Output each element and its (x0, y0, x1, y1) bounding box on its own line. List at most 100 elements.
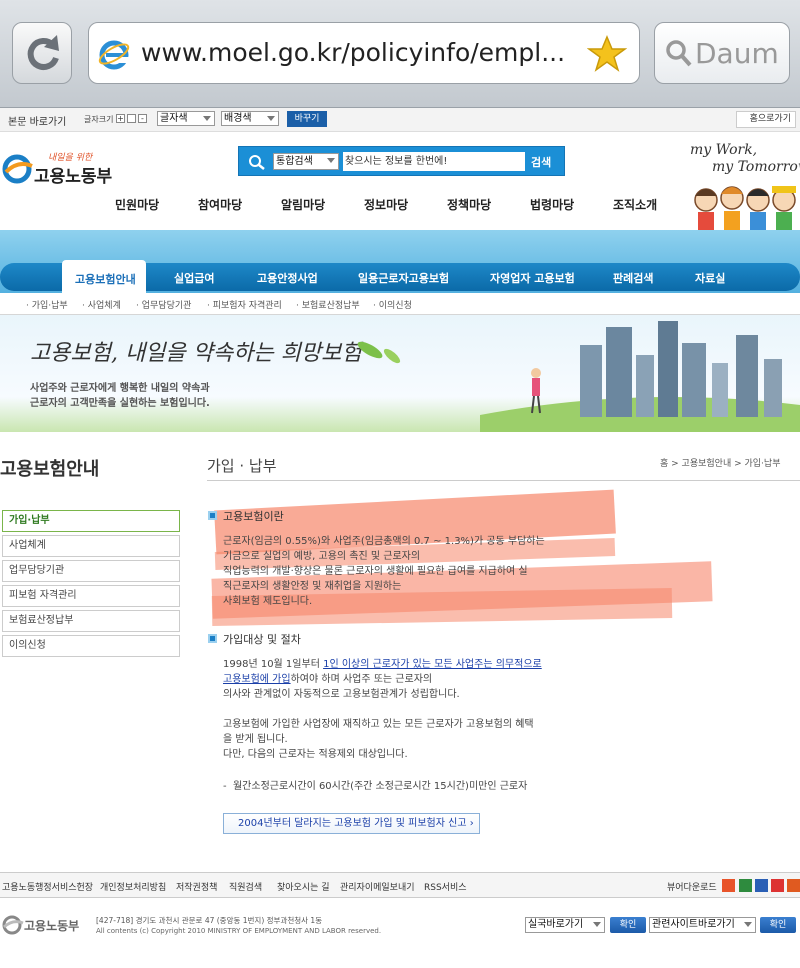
promo-banner: 고용보험, 내일을 약속하는 희망보험 사업주와 근로자에게 행복한 내일의 약… (0, 315, 800, 432)
tab-archive[interactable]: 자료실 (695, 270, 725, 286)
font-size-label: 글자크기 (84, 115, 114, 124)
footer-link-copyright[interactable]: 저작권정책 (176, 880, 217, 893)
tab-case-search[interactable]: 판례검색 (613, 270, 653, 286)
footer-link-admin-email[interactable]: 관리자이메일보내기 (340, 880, 415, 893)
site-logo[interactable]: 내일을 위한 고용노동부 (0, 150, 130, 190)
tab-self-employed-insurance[interactable]: 자영업자 고용보험 (490, 270, 575, 286)
sidebar-item-business-system[interactable]: 사업체계 (2, 535, 180, 557)
pdf-viewer-icon[interactable] (771, 879, 784, 892)
main-nav-notice[interactable]: 알림마당 (281, 196, 325, 213)
enroll-link[interactable]: 고용보험에 가입 (223, 674, 291, 685)
footer-logo-text: 고용노동부 (24, 919, 80, 933)
site-search-input[interactable]: 찾으시는 정보를 한번에! (343, 152, 525, 171)
banner-line2: 근로자의 고객만족을 실현하는 보험입니다. (30, 398, 210, 409)
city-skyline-illustration (480, 321, 800, 432)
paragraph2-line: 다만, 다음의 근로자는 적용제외 대상입니다. (223, 749, 408, 760)
logo-text: 고용노동부 (34, 167, 113, 187)
main-nav-law[interactable]: 법령마당 (530, 196, 574, 213)
subtab-enroll-payment[interactable]: · 가입·납부 (26, 298, 68, 311)
sidebar-item-premium-payment[interactable]: 보험료산정납부 (2, 610, 180, 632)
main-nav-participation[interactable]: 참여마당 (198, 196, 242, 213)
subtab-agencies[interactable]: · 업무담당기관 (136, 298, 191, 311)
home-link[interactable]: 홈으로가기 (736, 111, 796, 128)
footer-link-staff-search[interactable]: 직원검색 (229, 880, 262, 893)
sub-tabs: · 가입·납부 · 사업체계 · 업무담당기관 · 피보험자 자격관리 · 보험… (0, 293, 800, 315)
footer-link-privacy[interactable]: 개인정보처리방침 (100, 880, 166, 893)
changes-2004-link-button[interactable]: 2004년부터 달라지는 고용보험 가입 및 피보험자 신고 › (223, 813, 480, 834)
bookmark-star-icon[interactable] (587, 35, 627, 73)
tab-insurance-guide[interactable]: 고용보험안내 (75, 271, 136, 287)
tagline-line1: my Work, (690, 142, 758, 158)
search-engine-label: Daum (695, 37, 779, 70)
breadcrumb-insurance-guide[interactable]: 고용보험안내 (682, 459, 732, 469)
hwp-viewer-icon[interactable] (722, 879, 735, 892)
skip-to-content-link[interactable]: 본문 바로가기 (8, 113, 66, 128)
department-shortcut-select[interactable]: 실국바로가기 (525, 917, 605, 933)
banner-line1: 사업주와 근로자에게 행복한 내일의 약속과 (30, 383, 210, 394)
section1-line: 직업능력의 개발·향상은 물론 근로자의 생활에 필요한 급여를 지급하여 실 (223, 566, 528, 577)
ministry-logo-icon (2, 915, 24, 935)
utility-bar: 본문 바로가기 글자크기 + - 글자색 배경색 바꾸기 홈으로가기 (0, 108, 800, 132)
tab-employment-stability[interactable]: 고용안정사업 (257, 270, 318, 286)
section-bullet-icon (208, 511, 217, 520)
sidebar-item-agencies[interactable]: 업무담당기관 (2, 560, 180, 582)
excel-viewer-icon[interactable] (739, 879, 752, 892)
subtab-business-system[interactable]: · 사업체계 (82, 298, 121, 311)
font-size-decrease-button[interactable]: - (138, 114, 147, 123)
page-title: 가입 · 납부 (207, 457, 277, 475)
address-bar[interactable]: www.moel.go.kr/policyinfo/empl... (88, 22, 640, 84)
breadcrumb: 홈 > 고용보험안내 > 가입·납부 (660, 459, 781, 469)
subtab-objection[interactable]: · 이의신청 (373, 298, 412, 311)
footer-link-charter[interactable]: 고용노동행정서비스헌장 (2, 880, 93, 893)
related-site-select[interactable]: 관련사이트바로가기 (649, 917, 756, 933)
footer-links: 고용노동행정서비스헌장 개인정보처리방침 저작권정책 직원검색 찾아오시는 길 … (0, 872, 800, 898)
section1-line: 근로자(임금의 0.55%)와 사업주(임금총액의 0.7 ~ 1.3%)가 공… (223, 536, 545, 547)
reload-icon (27, 35, 59, 70)
main-nav-information[interactable]: 정보마당 (364, 196, 408, 213)
word-viewer-icon[interactable] (755, 879, 768, 892)
ppt-viewer-icon[interactable] (787, 879, 800, 892)
browser-search-box[interactable]: Daum (654, 22, 790, 84)
related-site-confirm-button[interactable]: 확인 (760, 917, 796, 933)
site-search-button[interactable]: 검색 (531, 154, 551, 170)
section2-title: 가입대상 및 절차 (223, 633, 301, 646)
reload-button[interactable] (12, 22, 72, 84)
tab-daily-worker-insurance[interactable]: 일용근로자고용보험 (358, 270, 449, 286)
browser-toolbar: www.moel.go.kr/policyinfo/empl... Daum (0, 0, 800, 108)
search-scope-select[interactable]: 통합검색 (273, 153, 339, 170)
arrow-right-icon: › (469, 818, 474, 829)
main-nav-policy[interactable]: 정책마당 (447, 196, 491, 213)
bg-color-select[interactable]: 배경색 (221, 111, 279, 126)
viewer-download-label: 뷰어다운로드 (667, 883, 717, 893)
breadcrumb-home[interactable]: 홈 (660, 459, 668, 469)
section1-line: 사회보험 제도입니다. (223, 596, 313, 607)
mandatory-enroll-link[interactable]: 1인 이상의 근로자가 있는 모든 사업주는 의무적으로 (323, 659, 542, 670)
subtab-premium-payment[interactable]: · 보험료산정납부 (296, 298, 360, 311)
breadcrumb-current: 가입·납부 (744, 459, 781, 469)
ie-logo-icon (98, 40, 130, 70)
exclusion-item: - 월간소정근로시간이 60시간(주간 소정근로시간 15시간)미만인 근로자 (223, 781, 528, 792)
font-color-select[interactable]: 글자색 (157, 111, 215, 126)
tab-unemployment-benefit[interactable]: 실업급여 (174, 270, 214, 286)
sidebar-item-enroll-payment[interactable]: 가입·납부 (2, 510, 180, 532)
section1-line: 기금으로 실업의 예방, 고용의 촉진 및 근로자의 (223, 551, 421, 562)
sidebar-title: 고용보험안내 (0, 459, 100, 480)
site-header: 내일을 위한 고용노동부 통합검색 찾으시는 정보를 한번에! 검색 민원마당 … (0, 132, 800, 230)
sidebar-item-objection[interactable]: 이의신청 (2, 635, 180, 657)
subtab-qualification[interactable]: · 피보험자 자격관리 (207, 298, 282, 311)
footer-link-directions[interactable]: 찾아오시는 길 (277, 880, 330, 893)
banner-headline: 고용보험, 내일을 약속하는 희망보험 (30, 341, 362, 366)
paragraph2-line: 을 받게 됩니다. (223, 734, 288, 745)
department-confirm-button[interactable]: 확인 (610, 917, 646, 933)
footer-link-rss[interactable]: RSS서비스 (424, 880, 467, 893)
font-size-reset-button[interactable] (127, 114, 136, 123)
main-nav-civil[interactable]: 민원마당 (115, 196, 159, 213)
sidebar-item-qualification[interactable]: 피보험 자격관리 (2, 585, 180, 607)
site-search-bar: 통합검색 찾으시는 정보를 한번에! 검색 (238, 146, 565, 176)
ministry-logo-icon (2, 154, 33, 184)
apply-color-button[interactable]: 바꾸기 (287, 111, 327, 127)
url-text: www.moel.go.kr/policyinfo/empl... (141, 38, 566, 67)
main-nav-organization[interactable]: 조직소개 (613, 196, 657, 213)
font-size-increase-button[interactable]: + (116, 114, 125, 123)
footer-copyright: All contents (c) Copyright 2010 MINISTRY… (96, 927, 382, 935)
